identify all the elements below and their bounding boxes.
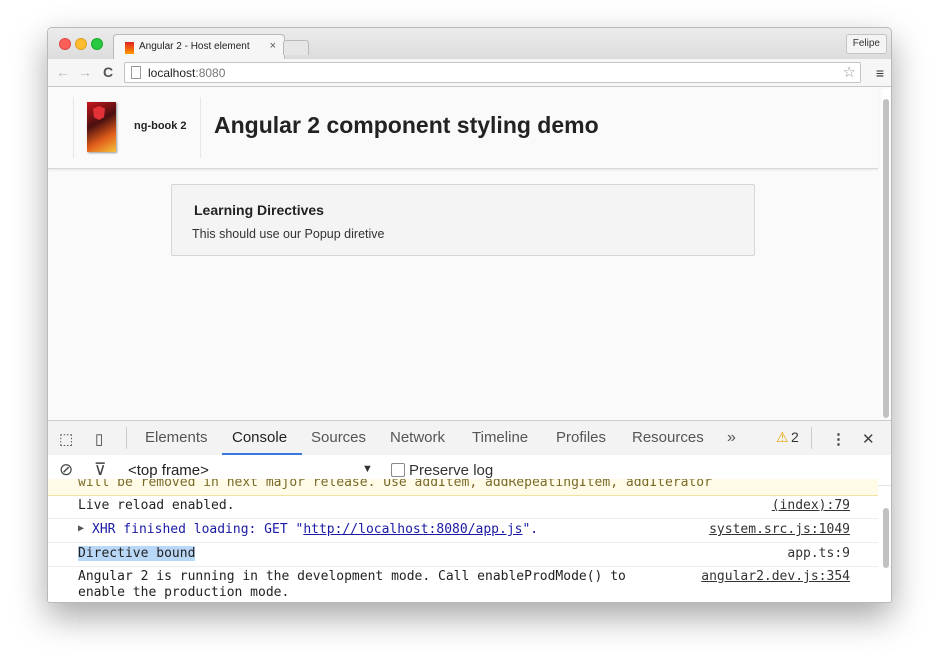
page-scrollbar-thumb[interactable] bbox=[883, 99, 889, 418]
console-source-link[interactable]: angular2.dev.js:354 bbox=[701, 569, 850, 584]
console-row: will be removed in next major release. U… bbox=[48, 479, 878, 496]
tab-profiles[interactable]: Profiles bbox=[556, 429, 606, 446]
brand-name: ng-book 2 bbox=[134, 120, 187, 132]
card-text: This should use our Popup diretive bbox=[192, 227, 385, 241]
divider bbox=[811, 427, 812, 449]
minimize-window-button[interactable] bbox=[75, 38, 87, 50]
clear-console-icon[interactable]: ⊘ bbox=[59, 460, 73, 480]
devtools-tabbar: ⬚ ▯ Elements Console Sources Network Tim… bbox=[48, 420, 891, 456]
preserve-log-checkbox[interactable] bbox=[391, 463, 405, 477]
profile-button[interactable]: Felipe bbox=[845, 34, 887, 54]
bookmark-star-icon[interactable]: ☆ bbox=[843, 63, 856, 81]
console-source-link[interactable]: app.ts:9 bbox=[787, 546, 850, 561]
xhr-url-link[interactable]: http://localhost:8080/app.js bbox=[303, 522, 522, 537]
card-title: Learning Directives bbox=[194, 202, 324, 218]
warning-icon[interactable]: ⚠ bbox=[776, 429, 789, 446]
zoom-window-button[interactable] bbox=[91, 38, 103, 50]
xhr-message-prefix: XHR finished loading: GET " bbox=[92, 522, 304, 537]
close-devtools-icon[interactable]: ✕ bbox=[862, 430, 875, 448]
device-mode-icon[interactable]: ▯ bbox=[95, 430, 103, 448]
page-icon bbox=[131, 66, 141, 79]
inspect-element-icon[interactable]: ⬚ bbox=[59, 430, 73, 448]
expand-arrow-icon[interactable]: ▶ bbox=[78, 523, 84, 534]
console-row: Angular 2 is running in the development … bbox=[48, 567, 878, 602]
console-message: XHR finished loading: GET "http://localh… bbox=[92, 522, 538, 537]
new-tab-button[interactable] bbox=[283, 40, 309, 55]
divider bbox=[126, 427, 127, 449]
console-source-link[interactable]: system.src.js:1049 bbox=[709, 522, 850, 537]
chevron-down-icon[interactable]: ▼ bbox=[362, 463, 373, 475]
more-tabs-icon[interactable]: » bbox=[727, 429, 736, 447]
tab-elements[interactable]: Elements bbox=[145, 429, 208, 446]
url-port: :8080 bbox=[195, 66, 226, 80]
xhr-message-suffix: ". bbox=[522, 522, 539, 537]
directive-card: Learning Directives This should use our … bbox=[171, 184, 755, 256]
favicon-icon bbox=[125, 42, 134, 54]
console-message: Live reload enabled. bbox=[78, 498, 235, 513]
console-message-line1: Angular 2 is running in the development … bbox=[78, 569, 626, 584]
console-scrollbar[interactable] bbox=[882, 486, 890, 602]
brand[interactable]: ng-book 2 bbox=[73, 97, 201, 158]
address-bar[interactable]: localhost:8080 ☆ bbox=[124, 62, 861, 83]
browser-window: Angular 2 - Host element × Felipe ← → C … bbox=[47, 27, 892, 603]
close-window-button[interactable] bbox=[59, 38, 71, 50]
tab-resources[interactable]: Resources bbox=[632, 429, 704, 446]
console-message: will be removed in next major release. U… bbox=[78, 479, 712, 490]
page-title: Angular 2 component styling demo bbox=[214, 112, 599, 138]
console-source-link[interactable]: (index):79 bbox=[772, 498, 850, 513]
title-bar: Angular 2 - Host element × Felipe bbox=[48, 28, 891, 60]
book-cover-logo bbox=[87, 102, 116, 152]
page-viewport: ng-book 2 Angular 2 component styling de… bbox=[48, 87, 891, 420]
console-output: will be removed in next major release. U… bbox=[48, 479, 891, 602]
preserve-log-label[interactable]: Preserve log bbox=[409, 462, 493, 479]
warning-count[interactable]: 2 bbox=[791, 429, 799, 445]
page-header: ng-book 2 Angular 2 component styling de… bbox=[48, 87, 878, 169]
console-scrollbar-thumb[interactable] bbox=[883, 508, 889, 568]
tab-network[interactable]: Network bbox=[390, 429, 445, 446]
tab-sources[interactable]: Sources bbox=[311, 429, 366, 446]
browser-menu-icon[interactable]: ≡ bbox=[876, 65, 884, 81]
console-message-line2: enable the production mode. bbox=[78, 585, 290, 600]
browser-toolbar: ← → C localhost:8080 ☆ ≡ bbox=[48, 59, 891, 87]
back-icon[interactable]: ← bbox=[56, 64, 70, 80]
console-message: Directive bound bbox=[78, 546, 196, 561]
page-scrollbar[interactable] bbox=[882, 89, 890, 418]
console-row: Live reload enabled. (index):79 bbox=[48, 495, 878, 519]
tab-title: Angular 2 - Host element bbox=[139, 41, 250, 52]
filter-icon[interactable]: ⊽ bbox=[94, 460, 106, 480]
console-row: ▶ XHR finished loading: GET "http://loca… bbox=[48, 519, 878, 543]
tab-console[interactable]: Console bbox=[232, 429, 287, 446]
tab-close-icon[interactable]: × bbox=[270, 40, 276, 52]
forward-icon[interactable]: → bbox=[78, 64, 92, 80]
browser-tab[interactable]: Angular 2 - Host element × bbox=[113, 34, 285, 60]
console-row: Directive bound app.ts:9 bbox=[48, 543, 878, 567]
url-text: localhost:8080 bbox=[148, 66, 225, 80]
url-host: localhost bbox=[148, 66, 196, 80]
kebab-menu-icon[interactable]: ⋮ bbox=[831, 430, 846, 448]
frame-select[interactable]: <top frame> bbox=[128, 462, 209, 479]
reload-icon[interactable]: C bbox=[103, 64, 113, 80]
tab-timeline[interactable]: Timeline bbox=[472, 429, 528, 446]
